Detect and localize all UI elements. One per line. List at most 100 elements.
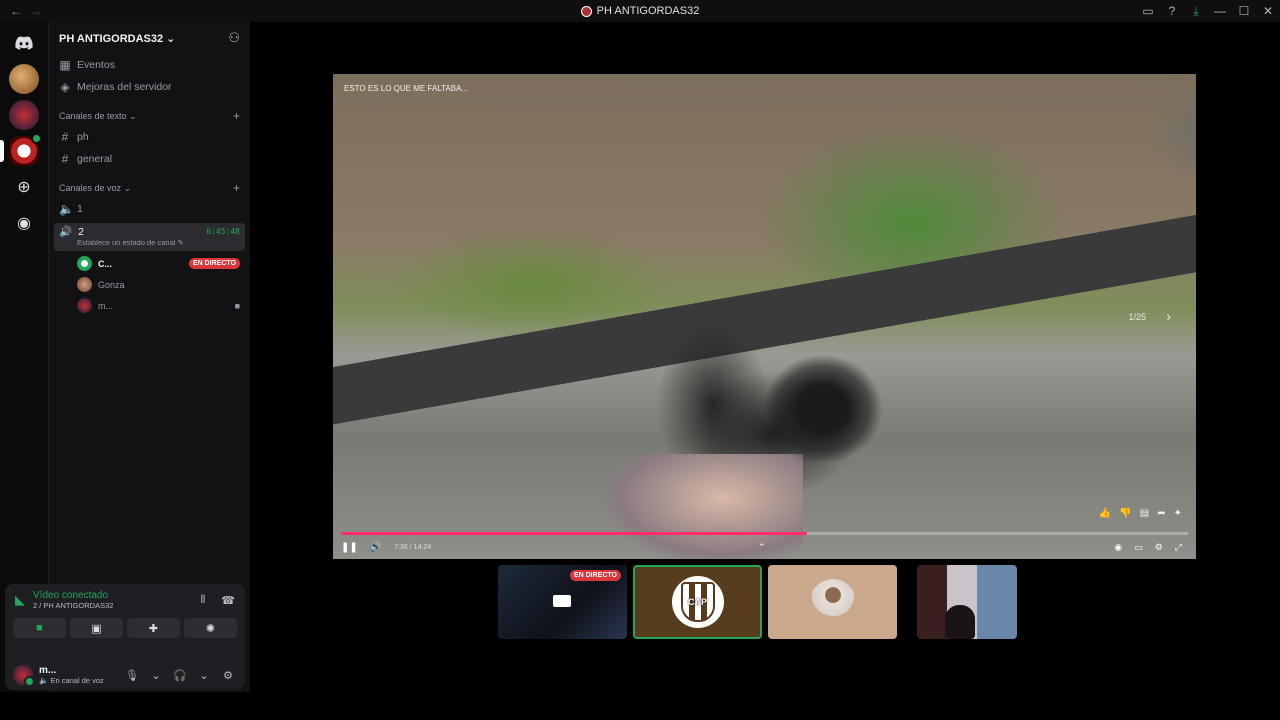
screen-share-icon[interactable]: ▭: [1136, 4, 1160, 18]
menu-boosts[interactable]: ◈ Mejoras del servidor: [49, 76, 250, 98]
window-controls: ▭ ? ⤓ — ☐ ✕: [1136, 0, 1280, 22]
user-status: 🔈 En canal de voz: [39, 676, 104, 685]
video-content: [763, 354, 883, 464]
download-icon[interactable]: ⤓: [1184, 4, 1208, 19]
chevron-up-icon[interactable]: ⌃: [758, 542, 766, 553]
speaker-icon: 🔈: [59, 202, 74, 216]
explore-icon[interactable]: ◉: [9, 208, 39, 238]
activities-button[interactable]: ✚: [127, 618, 180, 638]
add-server-icon[interactable]: ⊕: [9, 172, 39, 202]
camera-icon: ■: [234, 300, 240, 311]
call-timer: 6:45:48: [206, 227, 240, 236]
camera-button[interactable]: ■: [13, 618, 66, 638]
cap-logo: CAP: [671, 576, 724, 628]
video-controls: ❚❚ 🔊 7:36 / 14:24 ⌃ ◉ ▭ ⚙ ⤢: [333, 535, 1196, 559]
server-header[interactable]: PH ANTIGORDAS32 ⌄ ⚇: [49, 22, 250, 54]
avatar[interactable]: [13, 665, 35, 687]
voice-location[interactable]: 2 / PH ANTIGORDAS32: [33, 601, 184, 610]
avatar: [809, 579, 856, 625]
captions-icon[interactable]: ▭: [1134, 542, 1143, 553]
user-panel: m... 🔈 En canal de voz 🎙 ⌄ 🎧 ⌄ ⚙: [5, 660, 245, 690]
participant-tile-gonza[interactable]: [768, 565, 897, 639]
speaker-icon: 🔊: [59, 226, 73, 238]
voice-member[interactable]: C... EN DIRECTO: [49, 253, 250, 274]
maximize-button[interactable]: ☐: [1232, 4, 1256, 18]
add-channel-icon[interactable]: +: [233, 109, 240, 123]
window-title-text: PH ANTIGORDAS32: [596, 5, 700, 17]
voice-member[interactable]: m... ■: [49, 295, 250, 316]
category-voice[interactable]: Canales de voz ⌄ +: [49, 178, 250, 198]
server-avatar-active[interactable]: [0, 133, 42, 166]
voice-status[interactable]: Vídeo conectado: [33, 590, 184, 601]
settings-gear-icon[interactable]: ⚙: [219, 669, 237, 682]
more-icon[interactable]: ✦: [1174, 508, 1182, 519]
channel-status[interactable]: Establece un estado de canal ✎: [77, 238, 240, 247]
chevron-down-icon[interactable]: ⌄: [195, 669, 213, 682]
microphone-icon[interactable]: 🎙: [123, 669, 141, 682]
avatar: [77, 277, 92, 292]
server-avatar[interactable]: [9, 100, 39, 130]
forward-arrow-icon[interactable]: →: [30, 4, 42, 18]
webcam-feed: [945, 605, 975, 639]
voice-badge-icon: [31, 133, 42, 144]
settings-icon[interactable]: ⚙: [1155, 542, 1163, 553]
chevron-right-icon[interactable]: ›: [1166, 308, 1171, 324]
soundboard-button[interactable]: ✺: [184, 618, 237, 638]
invite-icon[interactable]: ⚇: [228, 30, 240, 46]
title-bar: ← → PH ANTIGORDAS32 ▭ ? ⤓ — ☐ ✕: [0, 0, 1280, 22]
screen-share-icon: [553, 595, 571, 607]
page-counter: 1/25: [1128, 312, 1146, 322]
history-nav: ← →: [0, 4, 42, 18]
minimize-button[interactable]: —: [1208, 4, 1232, 18]
dislike-icon[interactable]: 👎: [1119, 508, 1131, 519]
username: m...: [39, 665, 57, 676]
participant-tiles: EN DIRECTO CAP: [498, 565, 1017, 639]
like-icon[interactable]: 👍: [1099, 508, 1111, 519]
back-arrow-icon[interactable]: ←: [10, 4, 22, 18]
menu-events[interactable]: ▦ Eventos: [49, 54, 250, 76]
voice-member[interactable]: Gonza: [49, 274, 250, 295]
video-action-icons: 👍 👎 ▤ ➦ ✦: [1099, 508, 1182, 519]
video-time: 7:36 / 14:24: [394, 543, 432, 551]
add-channel-icon[interactable]: +: [233, 181, 240, 195]
window-title: PH ANTIGORDAS32: [0, 5, 1280, 17]
channel-ph[interactable]: # ph: [49, 126, 250, 148]
voice-connection-panel: ◣ Vídeo conectado 2 / PH ANTIGORDAS32 ⦀ …: [5, 584, 245, 690]
boost-icon: ◈: [60, 80, 70, 94]
comment-icon[interactable]: ▤: [1140, 508, 1149, 519]
video-caption: ESTO ES LO QUE ME FALTABA...: [344, 84, 469, 93]
calendar-icon: ▦: [59, 58, 71, 72]
discord-home-icon[interactable]: [9, 28, 39, 58]
help-icon[interactable]: ?: [1160, 4, 1184, 18]
server-icon: [580, 5, 592, 17]
hash-icon: #: [61, 152, 69, 166]
stream-stage: ESTO ES LO QUE ME FALTABA... 1/25 › 👍 👎 …: [250, 22, 1280, 720]
participant-tile-stream[interactable]: EN DIRECTO: [498, 565, 627, 639]
participant-tile-cap[interactable]: CAP: [633, 565, 762, 639]
channel-general[interactable]: # general: [49, 148, 250, 170]
hash-icon: #: [61, 130, 69, 144]
chevron-down-icon[interactable]: ⌄: [147, 669, 165, 682]
screen-share-button[interactable]: ▣: [70, 618, 123, 638]
headphones-icon[interactable]: 🎧: [171, 669, 189, 682]
disconnect-icon[interactable]: ☎: [221, 594, 235, 607]
volume-icon[interactable]: 🔊: [370, 542, 382, 553]
live-badge: EN DIRECTO: [569, 570, 621, 581]
server-avatar[interactable]: [9, 64, 39, 94]
noise-suppression-icon[interactable]: ⦀: [200, 594, 205, 607]
stream-video[interactable]: ESTO ES LO QUE ME FALTABA... 1/25 › 👍 👎 …: [333, 74, 1196, 559]
server-name: PH ANTIGORDAS32 ⌄: [59, 32, 176, 45]
voice-channel-1[interactable]: 🔈 1: [49, 198, 250, 220]
signal-icon: ◣: [15, 592, 25, 607]
voice-channel-2[interactable]: 🔊 2 6:45:48 Establece un estado de canal …: [54, 223, 245, 251]
close-button[interactable]: ✕: [1256, 4, 1280, 18]
autoplay-icon[interactable]: ◉: [1114, 542, 1122, 553]
live-badge: EN DIRECTO: [188, 258, 240, 269]
avatar: [77, 298, 92, 313]
category-text[interactable]: Canales de texto ⌄ +: [49, 106, 250, 126]
share-icon[interactable]: ➦: [1157, 508, 1165, 519]
avatar: [77, 256, 92, 271]
participant-tile-camera[interactable]: [917, 565, 1017, 639]
fullscreen-icon[interactable]: ⤢: [1175, 542, 1182, 553]
pause-icon[interactable]: ❚❚: [341, 542, 358, 553]
